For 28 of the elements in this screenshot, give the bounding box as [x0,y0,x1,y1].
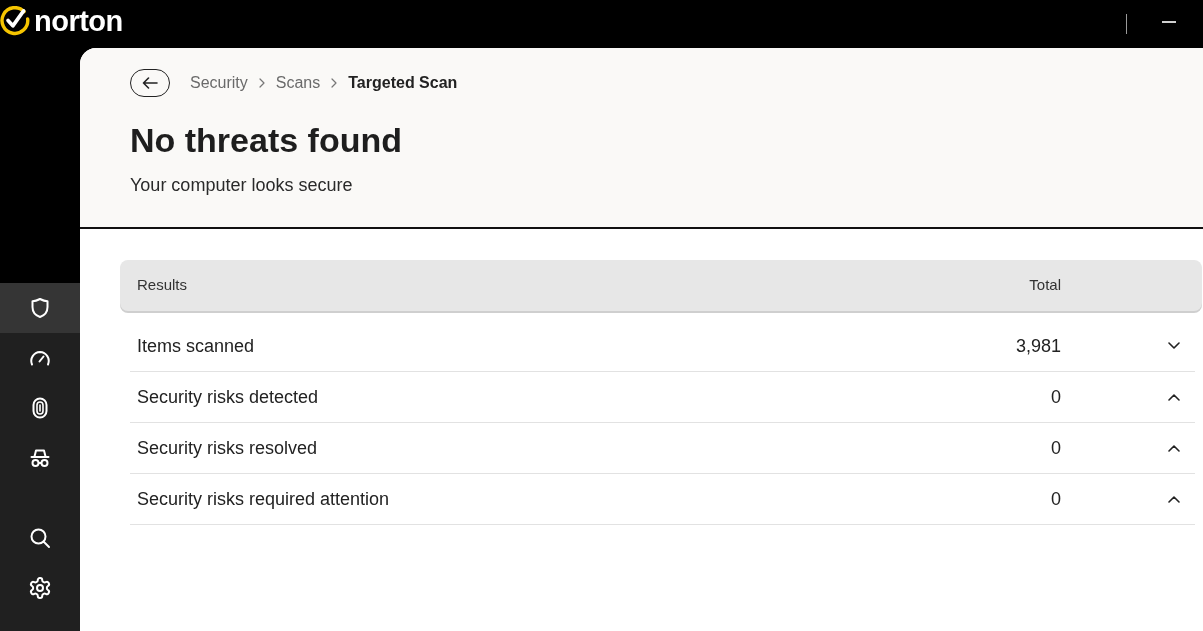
page-subtitle: Your computer looks secure [130,174,353,197]
chevron-down-icon[interactable] [1167,342,1181,350]
table-cell-text: Security risks required attention [137,487,391,511]
table-cell-text: 0 [1051,385,1061,409]
chevron-up-icon[interactable] [1167,444,1181,452]
table-cell-text: 3,981 [1015,334,1061,358]
breadcrumb-link[interactable]: Security [190,73,248,93]
arrow-left-icon [142,77,158,89]
chevron-right-icon [258,78,265,88]
page-title: No threats found [130,120,402,160]
table-cell-text: 0 [1051,436,1061,460]
chevron-up-icon[interactable] [1167,393,1181,401]
sidebar-item[interactable] [0,283,80,333]
column-header: Results [137,275,189,296]
breadcrumb-current: Targeted Scan [348,73,458,93]
settings-icon [28,576,52,600]
minimize-icon [1162,21,1176,23]
table-cell-text: 0 [1051,487,1061,511]
breadcrumb-link[interactable]: Scans [275,73,321,93]
logo-check-icon [0,6,30,36]
logo-text: norton [34,5,123,37]
column-header: Total [1029,275,1061,296]
chevron-right-icon [331,78,338,88]
table-cell-text: Security risks resolved [137,436,319,460]
table-cell-text: Items scanned [137,334,256,358]
search-icon [28,526,52,550]
chevron-up-icon[interactable] [1167,495,1181,503]
table-cell-text: Security risks detected [137,385,320,409]
